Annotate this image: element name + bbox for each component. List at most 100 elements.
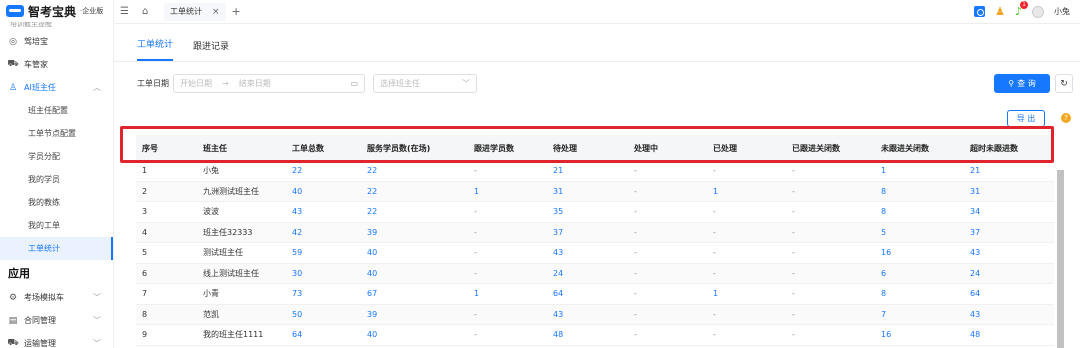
- sidebar-subitem-node-config[interactable]: 工单节点配置: [0, 122, 113, 145]
- table-cell[interactable]: 48: [964, 330, 1054, 339]
- table-cell[interactable]: 31: [964, 187, 1054, 196]
- table-cell: 9: [142, 330, 148, 340]
- add-tab-icon[interactable]: +: [232, 5, 241, 18]
- table-cell[interactable]: 8: [875, 207, 964, 216]
- table-cell[interactable]: 59: [286, 248, 361, 257]
- table-cell[interactable]: 1: [468, 289, 547, 298]
- query-button[interactable]: ⚲ 查 询: [994, 74, 1050, 93]
- table-body: 1 小兔 22 22-21- - -1 21 2 九洲测试班主任 40 22 1 31-1-8 31 3 波波…: [136, 161, 1054, 346]
- table-cell[interactable]: 21: [964, 166, 1054, 175]
- table-cell: 小兔: [203, 166, 219, 176]
- menu-item-cut[interactable]: 培训截至提醒: [0, 22, 113, 30]
- table-cell[interactable]: 43: [964, 310, 1054, 319]
- table-cell[interactable]: 73: [286, 289, 361, 298]
- date-range-picker[interactable]: 开始日期 → 结束日期 ▭: [173, 74, 365, 93]
- table-cell[interactable]: 16: [875, 330, 964, 339]
- end-date-field[interactable]: 结束日期: [239, 78, 271, 89]
- close-icon[interactable]: ×: [212, 7, 220, 17]
- table-cell: -: [792, 207, 795, 217]
- user-name[interactable]: 小兔: [1054, 6, 1070, 17]
- sidebar-subitem-order-stats[interactable]: 工单统计: [0, 237, 113, 260]
- table-header: 序号 班主任 工单总数 服务学员数(在场) 跟进学员数 待处理 处理中 已处理 已跟进关闭数 未跟…: [136, 135, 1054, 161]
- table-cell[interactable]: 39: [361, 310, 468, 319]
- sidebar-subitem-my-orders[interactable]: 我的工单: [0, 214, 113, 237]
- table-cell[interactable]: 24: [547, 269, 628, 278]
- table-cell[interactable]: 40: [286, 187, 361, 196]
- table-cell[interactable]: 64: [547, 289, 628, 298]
- table-cell[interactable]: 1: [707, 289, 786, 298]
- table-cell[interactable]: 7: [875, 310, 964, 319]
- table-cell: 8: [142, 309, 148, 319]
- table-cell[interactable]: 43: [547, 310, 628, 319]
- sidebar-item-transport[interactable]: ⛟ 运输管理 ﹀: [0, 332, 113, 348]
- table-cell[interactable]: 1: [875, 166, 964, 175]
- table-cell[interactable]: 21: [547, 166, 628, 175]
- table-cell[interactable]: 43: [964, 248, 1054, 257]
- person-icon[interactable]: ♟: [995, 5, 1005, 18]
- table-cell[interactable]: 67: [361, 289, 468, 298]
- main-content: 工单统计 跟进记录 工单日期 开始日期 → 结束日期 ▭ 选择班主任 ﹀ ⚲ 查…: [114, 24, 1080, 348]
- table-cell[interactable]: 31: [547, 187, 628, 196]
- table-cell: -: [634, 248, 637, 258]
- table-cell[interactable]: 40: [361, 248, 468, 257]
- table-cell[interactable]: 40: [361, 269, 468, 278]
- table-cell[interactable]: 64: [964, 289, 1054, 298]
- avatar[interactable]: [1032, 5, 1044, 18]
- sidebar-item-label: 合同管理: [24, 316, 56, 325]
- bell-icon[interactable]: ♪ 1: [1015, 1, 1028, 18]
- table-cell[interactable]: 22: [361, 207, 468, 216]
- table-cell[interactable]: 37: [964, 228, 1054, 237]
- table-cell[interactable]: 30: [286, 269, 361, 278]
- tab-order-stats[interactable]: 工单统计 ×: [164, 2, 226, 21]
- sidebar-item-contract[interactable]: ▤ 合同管理 ﹀: [0, 309, 113, 332]
- table-cell[interactable]: 34: [964, 207, 1054, 216]
- chevron-down-icon: ﹀: [462, 79, 470, 88]
- scrollbar[interactable]: [1057, 170, 1064, 348]
- table-cell[interactable]: 8: [875, 289, 964, 298]
- table-cell[interactable]: 35: [547, 207, 628, 216]
- table-cell[interactable]: 22: [361, 166, 468, 175]
- table-cell[interactable]: 39: [361, 228, 468, 237]
- table-cell[interactable]: 40: [361, 330, 468, 339]
- sidebar-subitem-my-students[interactable]: 我的学员: [0, 168, 113, 191]
- table-cell[interactable]: 22: [286, 166, 361, 175]
- table-cell[interactable]: 64: [286, 330, 361, 339]
- table-cell[interactable]: 22: [361, 187, 468, 196]
- start-date-field[interactable]: 开始日期: [180, 78, 212, 89]
- sidebar-item-exam-sim[interactable]: ⚙ 考场模拟车 ﹀: [0, 286, 113, 309]
- table-cell[interactable]: 24: [964, 269, 1054, 278]
- table-cell: -: [474, 207, 477, 217]
- table-cell[interactable]: 43: [286, 207, 361, 216]
- sidebar-item-label: 车管家: [24, 60, 48, 69]
- sidebar-subitem-my-coaches[interactable]: 我的教练: [0, 191, 113, 214]
- table-cell[interactable]: 48: [547, 330, 628, 339]
- export-button[interactable]: 导 出: [1007, 110, 1045, 127]
- refresh-button[interactable]: ↻: [1055, 74, 1073, 93]
- sidebar-item-ai-teacher[interactable]: ♙ AI班主任 ︿: [0, 76, 113, 99]
- table-cell[interactable]: 37: [547, 228, 628, 237]
- home-icon[interactable]: ⌂: [142, 6, 160, 17]
- sidebar-subitem-assign[interactable]: 学员分配: [0, 145, 113, 168]
- tab-follow-records[interactable]: 跟进记录: [193, 39, 229, 61]
- table-cell[interactable]: 8: [875, 187, 964, 196]
- table-cell[interactable]: 50: [286, 310, 361, 319]
- menu-toggle-icon[interactable]: ☰: [120, 6, 138, 17]
- screen-icon[interactable]: [974, 6, 986, 17]
- table-cell[interactable]: 42: [286, 228, 361, 237]
- table-cell[interactable]: 16: [875, 248, 964, 257]
- table-cell: -: [713, 166, 716, 176]
- sidebar-item-cheguanjia[interactable]: ⛟ 车管家: [0, 53, 113, 76]
- filter-bar: 工单日期 开始日期 → 结束日期 ▭ 选择班主任 ﹀: [137, 74, 477, 93]
- table-cell[interactable]: 1: [468, 187, 547, 196]
- table-cell[interactable]: 43: [547, 248, 628, 257]
- table-cell[interactable]: 6: [875, 269, 964, 278]
- table-cell[interactable]: 5: [875, 228, 964, 237]
- sidebar-subitem-teacher-config[interactable]: 班主任配置: [0, 99, 113, 122]
- tab-order-stats[interactable]: 工单统计: [137, 37, 174, 61]
- help-icon[interactable]: ?: [1061, 113, 1071, 123]
- sidebar-item-jiapeibao[interactable]: ◎ 驾培宝: [0, 30, 113, 53]
- table-cell[interactable]: 1: [707, 187, 786, 196]
- column-header: 已跟进关闭数: [792, 143, 840, 153]
- table-cell: 班主任32333: [203, 227, 253, 237]
- teacher-select[interactable]: 选择班主任 ﹀: [373, 74, 477, 93]
